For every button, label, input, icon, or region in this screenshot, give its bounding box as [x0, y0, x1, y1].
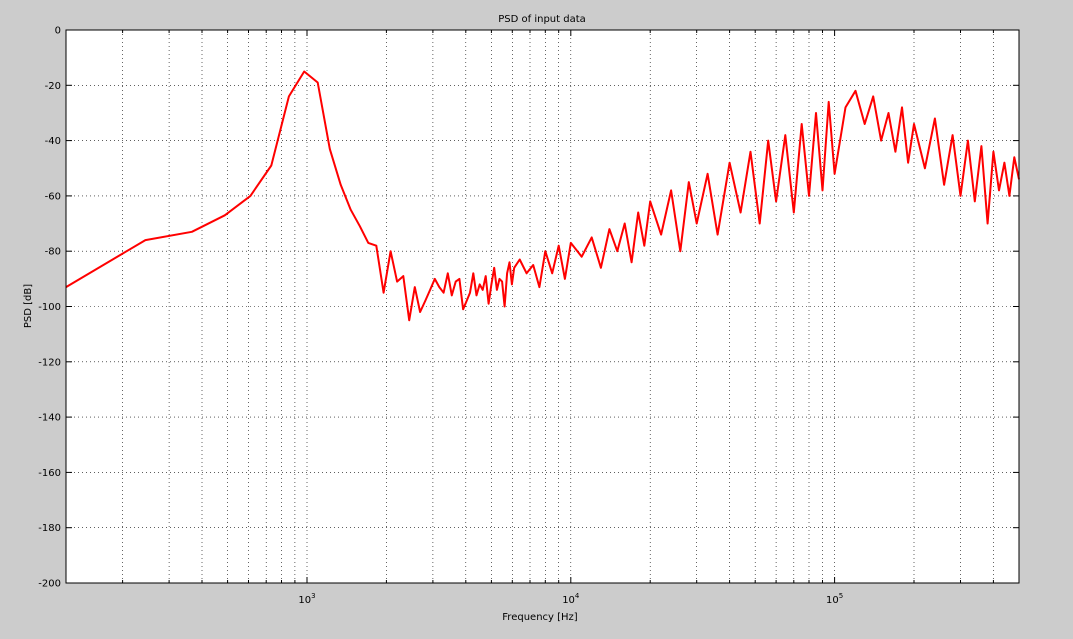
- y-tick-label: -140: [38, 413, 61, 424]
- x-axis-label: Frequency [Hz]: [502, 612, 578, 623]
- y-tick-label: -40: [45, 136, 61, 147]
- y-tick-label: -60: [45, 191, 61, 202]
- x-tick-labels: 103 104 105: [298, 592, 843, 606]
- chart-title: PSD of input data: [498, 14, 586, 25]
- x-tick-label: 104: [562, 592, 580, 606]
- y-tick-label: -100: [38, 302, 61, 313]
- y-tick-labels: 0 -20 -40 -60 -80 -100 -120 -140 -160 -180 -200: [38, 26, 61, 590]
- y-tick-label: -20: [45, 81, 61, 92]
- y-tick-label: -80: [45, 247, 61, 258]
- y-tick-label: -200: [38, 579, 61, 590]
- x-tick-label: 105: [826, 592, 843, 606]
- y-tick-label: 0: [55, 26, 61, 37]
- y-tick-label: -180: [38, 523, 61, 534]
- psd-figure: 0 -20 -40 -60 -80 -100 -120 -140 -160 -180 -200 10…: [23, 14, 1020, 623]
- y-tick-label: -160: [38, 468, 61, 479]
- y-axis-label: PSD [dB]: [23, 284, 34, 328]
- x-tick-label: 103: [298, 592, 315, 606]
- y-tick-label: -120: [38, 357, 61, 368]
